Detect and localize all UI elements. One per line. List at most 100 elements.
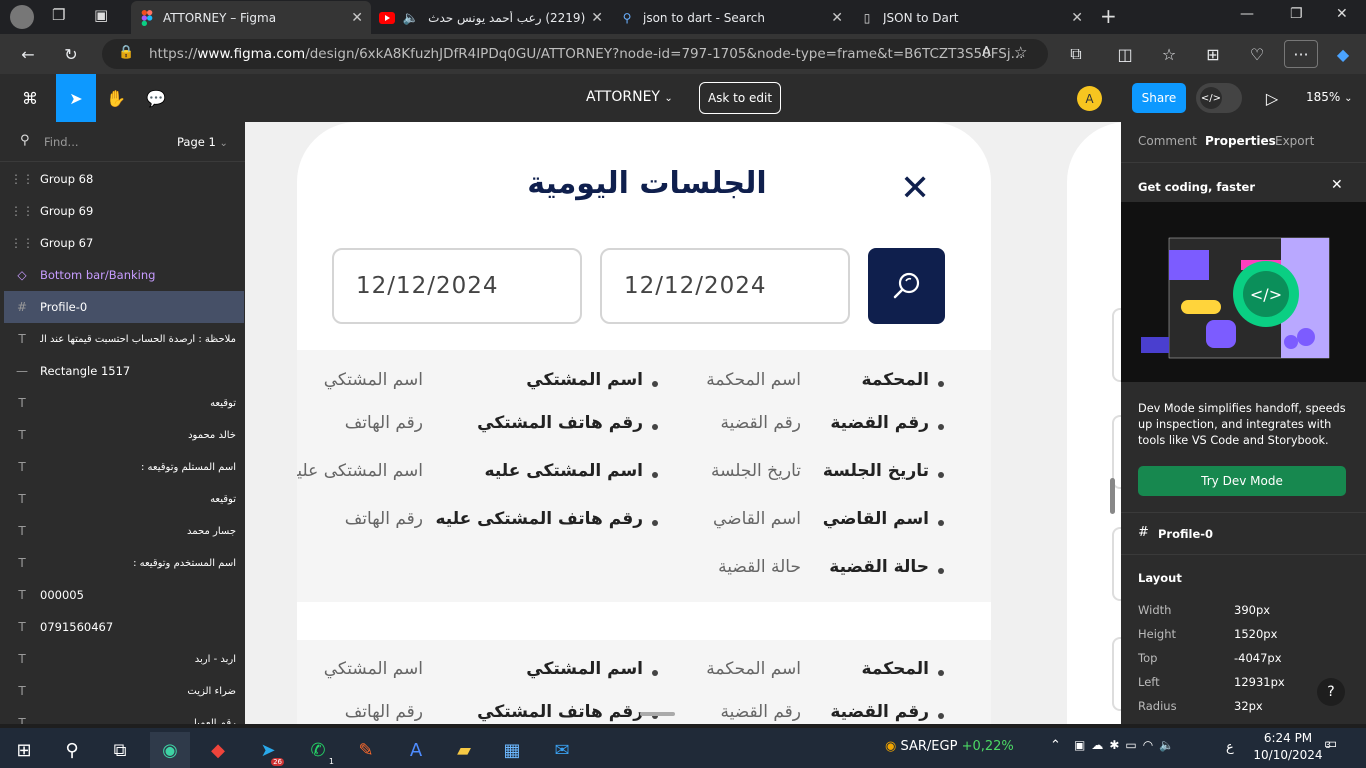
restore-button[interactable]: ❐ — [1290, 6, 1303, 22]
layer-item[interactable]: T رقم العميل — [4, 707, 244, 724]
pen-app-icon[interactable]: ✎ — [346, 732, 386, 768]
split-screen-icon[interactable]: ◫ — [1110, 40, 1140, 68]
date-from-field[interactable]: 12/12/2024 — [600, 248, 850, 324]
layer-item[interactable]: T خالد محمود — [4, 419, 244, 451]
tab-properties[interactable]: Properties — [1205, 134, 1276, 148]
tab-json-to-dart[interactable]: ▯ JSON to Dart ✕ — [851, 4, 1091, 32]
layout-prop-value[interactable]: 1520px — [1234, 627, 1277, 641]
dev-mode-toggle[interactable]: </> — [1196, 83, 1242, 113]
search-icon[interactable]: ⚲ — [52, 732, 92, 768]
close-tab-icon[interactable]: ✕ — [1071, 10, 1083, 26]
whatsapp-icon[interactable]: ✆ 1 — [298, 732, 338, 768]
close-window-button[interactable]: ✕ — [1336, 6, 1348, 22]
file-explorer-icon[interactable]: ▰ — [444, 732, 484, 768]
field-label: رقم القضية — [830, 413, 929, 433]
layer-item[interactable]: T ضراء الزيت — [4, 675, 244, 707]
windows-start-icon[interactable]: ⊞ — [4, 732, 44, 768]
adjacent-frame[interactable] — [1067, 122, 1121, 724]
language-indicator[interactable]: ع — [1226, 740, 1234, 755]
workspaces-icon[interactable]: ❐ — [52, 6, 74, 28]
refresh-icon[interactable]: ↻ — [56, 40, 86, 68]
hand-tool-icon[interactable]: ✋ — [98, 82, 134, 114]
tab-youtube[interactable]: 🔈 (2219) رعب أحمد يونس حدث ف ✕ — [371, 4, 611, 32]
canvas-scrollbar[interactable] — [1110, 478, 1115, 514]
mail-icon[interactable]: ✉ — [542, 732, 582, 768]
tray-chevron-icon[interactable]: ⌃ — [1050, 738, 1061, 753]
edge-icon[interactable]: ◉ — [150, 732, 190, 768]
user-avatar[interactable]: A — [1077, 86, 1102, 111]
anydesk-icon[interactable]: ◆ — [198, 732, 238, 768]
close-tab-icon[interactable]: ✕ — [591, 10, 603, 26]
date-to-field[interactable]: 12/12/2024 — [332, 248, 582, 324]
layer-item[interactable]: — Rectangle 1517 — [4, 355, 244, 387]
tab-actions-icon[interactable]: ▣ — [94, 6, 116, 28]
layer-item[interactable]: T اربد - اربد — [4, 643, 244, 675]
url-field[interactable]: 🔒 https://www.figma.com/design/6xkA8Kfuz… — [102, 39, 1048, 69]
android-studio-icon[interactable]: A — [396, 732, 436, 768]
layer-item[interactable]: ◇ Bottom bar/Banking — [4, 259, 244, 291]
clock-date[interactable]: 10/10/2024 — [1252, 748, 1324, 762]
lock-icon[interactable]: 🔒 — [118, 45, 134, 60]
tab-figma[interactable]: ATTORNEY – Figma ✕ — [131, 1, 371, 34]
present-icon[interactable]: ▷ — [1254, 82, 1290, 114]
new-tab-button[interactable]: + — [1100, 4, 1117, 28]
layer-item[interactable]: # Profile-0 — [4, 291, 244, 323]
store-icon[interactable]: ▦ — [492, 732, 532, 768]
currency-widget[interactable]: ◉ SAR/EGP +0,22% — [885, 739, 1014, 754]
layer-item[interactable]: ⋮⋮ Group 67 — [4, 227, 244, 259]
figma-menu-icon[interactable]: ⌘ — [12, 82, 48, 114]
find-input[interactable]: Find... — [44, 135, 79, 149]
tab-export[interactable]: Export — [1275, 134, 1314, 148]
back-icon[interactable]: ← — [13, 40, 43, 68]
speaker-icon[interactable]: 🔈 — [403, 10, 419, 26]
profile-avatar[interactable] — [10, 5, 34, 29]
close-tab-icon[interactable]: ✕ — [831, 10, 843, 26]
move-tool-icon[interactable]: ➤ — [56, 74, 96, 122]
page-selector[interactable]: Page 1 ⌄ — [177, 135, 228, 149]
layer-item[interactable]: T توقيعه — [4, 387, 244, 419]
ask-to-edit-button[interactable]: Ask to edit — [699, 82, 781, 114]
close-icon[interactable]: ✕ — [1331, 177, 1343, 193]
favorites-icon[interactable]: ☆ — [1154, 40, 1184, 68]
comment-tool-icon[interactable]: 💬 — [138, 82, 174, 114]
windows-taskbar: ⊞ ⚲ ⧉ ◉ ◆ ➤ 26 ✆ 1 ✎ A ▰ ▦ ✉ ◉ SAR/EGP +0,… — [0, 728, 1366, 768]
layer-item[interactable]: T اسم المستخدم وتوقيعه : — [4, 547, 244, 579]
layout-prop-value[interactable]: 32px — [1234, 699, 1263, 713]
read-aloud-icon[interactable]: A — [982, 45, 991, 60]
profile-frame[interactable]: الجلسات اليومية ✕ 12/12/2024 12/12/2024 … — [297, 122, 991, 724]
layer-item[interactable]: T توقيعه — [4, 483, 244, 515]
minimize-button[interactable]: — — [1240, 6, 1254, 22]
file-title[interactable]: ATTORNEY ⌄ — [586, 89, 673, 105]
favorite-star-icon[interactable]: ☆ — [1014, 43, 1027, 61]
layer-item[interactable]: T 000005 — [4, 579, 244, 611]
layout-prop-value[interactable]: -4047px — [1234, 651, 1282, 665]
layer-item[interactable]: T ملاحظة : أرصدة الحساب احتسبت قيمتها عند… — [4, 323, 244, 355]
share-button[interactable]: Share — [1132, 83, 1186, 113]
browser-essentials-icon[interactable]: ♡ — [1242, 40, 1272, 68]
layer-item[interactable]: T اسم المستلم وتوقيعه : — [4, 451, 244, 483]
telegram-icon[interactable]: ➤ 26 — [248, 732, 288, 768]
design-canvas[interactable]: الجلسات اليومية ✕ 12/12/2024 12/12/2024 … — [245, 122, 1121, 724]
try-dev-mode-button[interactable]: Try Dev Mode — [1138, 466, 1346, 496]
layout-prop-value[interactable]: 12931px — [1234, 675, 1285, 689]
collections-icon[interactable]: ⊞ — [1198, 40, 1228, 68]
clock-time[interactable]: 6:24 PM — [1256, 731, 1320, 745]
zoom-level[interactable]: 185% ⌄ — [1306, 90, 1353, 104]
close-icon[interactable]: ✕ — [900, 168, 930, 209]
more-menu-icon[interactable]: ··· — [1284, 40, 1318, 68]
close-tab-icon[interactable]: ✕ — [351, 10, 363, 26]
notifications-icon[interactable]: ▭3 — [1324, 736, 1337, 752]
layout-prop-value[interactable]: 390px — [1234, 603, 1270, 617]
search-button[interactable] — [868, 248, 945, 324]
tray-icons[interactable]: ▣☁✱▭◠🔈 — [1074, 738, 1180, 752]
tab-comment[interactable]: Comment — [1138, 134, 1197, 148]
extensions-icon[interactable]: ⧉ — [1061, 40, 1091, 68]
layer-item[interactable]: T جسار محمد — [4, 515, 244, 547]
task-view-icon[interactable]: ⧉ — [100, 732, 140, 768]
layer-item[interactable]: T 0791560467 — [4, 611, 244, 643]
layer-item[interactable]: ⋮⋮ Group 68 — [4, 163, 244, 195]
layer-item[interactable]: ⋮⋮ Group 69 — [4, 195, 244, 227]
copilot-icon[interactable]: ◆ — [1328, 40, 1358, 68]
tab-bing-search[interactable]: ⚲ json to dart - Search ✕ — [611, 4, 851, 32]
help-button[interactable]: ? — [1317, 678, 1345, 706]
